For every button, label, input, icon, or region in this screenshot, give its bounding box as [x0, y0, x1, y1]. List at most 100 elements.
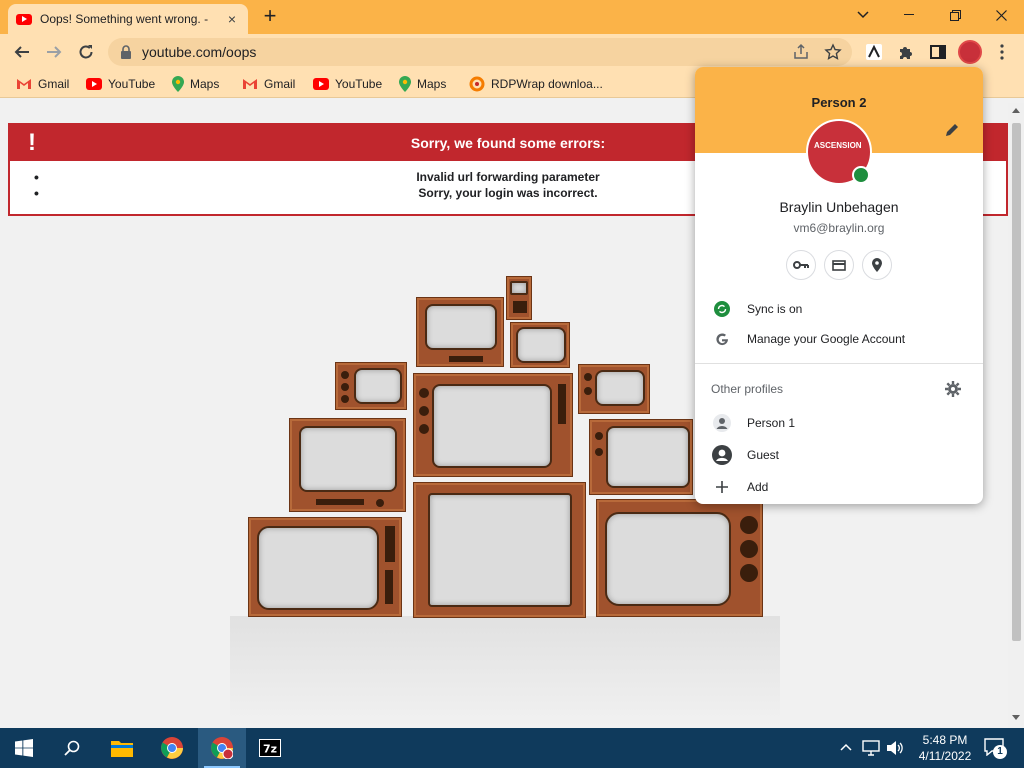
system-clock[interactable]: 5:48 PM 4/11/2022: [912, 732, 978, 764]
search-button[interactable]: [48, 728, 96, 768]
browser-tab[interactable]: Oops! Something went wrong. - ×: [8, 4, 248, 34]
clock-time: 5:48 PM: [922, 733, 968, 747]
addresses-button[interactable]: [862, 250, 892, 280]
side-panel-button[interactable]: [924, 38, 952, 66]
scroll-down-icon[interactable]: [1012, 715, 1020, 721]
bookmark-maps[interactable]: Maps: [399, 76, 446, 92]
tv-set: [335, 362, 407, 410]
kebab-menu-icon: [1000, 44, 1004, 60]
title-bar: Oops! Something went wrong. - × +: [0, 0, 1024, 34]
tab-close-button[interactable]: ×: [224, 11, 240, 27]
close-icon: [995, 9, 1007, 21]
chevron-up-icon[interactable]: [840, 743, 852, 751]
sync-status-row[interactable]: Sync is on: [695, 294, 983, 324]
tv-set: [596, 499, 763, 617]
other-profiles-heading: Other profiles: [711, 382, 784, 396]
profile-item-label: Person 1: [747, 416, 796, 430]
credit-card-icon: [832, 259, 846, 271]
youtube-icon: [86, 78, 102, 90]
profile-menu: Person 2 ASCENSION Braylin Unbehagen vm6…: [695, 67, 983, 504]
profile-name-heading: Person 2: [811, 95, 867, 110]
passwords-button[interactable]: [786, 250, 816, 280]
error-title: Sorry, we found some errors:: [410, 135, 606, 151]
tv-set: [506, 276, 532, 320]
chrome-icon: [161, 737, 183, 759]
new-tab-button[interactable]: +: [258, 5, 282, 29]
exclamation-icon: !: [28, 129, 36, 156]
profile-button[interactable]: [956, 38, 984, 66]
manage-account-label: Manage your Google Account: [747, 332, 906, 346]
bookmark-label: YouTube: [108, 77, 156, 91]
chevron-down-icon: [857, 11, 869, 19]
arrow-right-icon: [47, 46, 62, 58]
sync-icon: [714, 301, 730, 317]
youtube-icon: [313, 78, 329, 90]
bookmark-gmail[interactable]: Gmail: [16, 76, 69, 92]
bookmark-gmail[interactable]: Gmail: [242, 76, 295, 92]
manage-account-row[interactable]: Manage your Google Account: [695, 324, 983, 354]
add-profile-row[interactable]: Add: [695, 472, 983, 502]
profile-item-person-1[interactable]: Person 1: [695, 408, 983, 438]
bookmark-youtube[interactable]: YouTube: [86, 76, 155, 92]
chrome-menu-button[interactable]: [988, 38, 1016, 66]
scroll-up-icon[interactable]: [1012, 107, 1020, 113]
maps-icon: [399, 76, 411, 92]
bookmark-label: Maps: [417, 77, 447, 91]
chrome-taskbar-button[interactable]: [148, 728, 196, 768]
tv-set: [578, 364, 650, 414]
notification-center-button[interactable]: 1: [982, 736, 1007, 760]
extensions-menu-button[interactable]: [892, 38, 920, 66]
arrow-left-icon: [14, 46, 29, 58]
bookmark-youtube[interactable]: YouTube: [313, 76, 382, 92]
gear-icon[interactable]: [945, 381, 961, 397]
profile-full-name: Braylin Unbehagen: [779, 199, 899, 215]
bookmark-label: YouTube: [335, 77, 383, 91]
avatar-logo-text: ASCENSION: [814, 141, 862, 150]
extension-button[interactable]: [860, 38, 888, 66]
reload-button[interactable]: [72, 38, 100, 66]
payment-methods-button[interactable]: [824, 250, 854, 280]
share-icon[interactable]: [792, 43, 810, 61]
profile-item-label: Add: [747, 480, 769, 494]
restore-icon: [949, 9, 961, 21]
bookmark-label: RDPWrap downloa...: [491, 77, 603, 91]
youtube-icon: [16, 13, 32, 25]
tab-search-button[interactable]: [840, 0, 886, 30]
windows-taskbar: 7z 5:48 PM 4/11/2022 1: [0, 728, 1024, 768]
guest-icon: [712, 445, 732, 465]
start-button[interactable]: [0, 728, 48, 768]
profile-email: vm6@braylin.org: [793, 221, 885, 235]
volume-icon[interactable]: [886, 740, 904, 756]
profile-item-guest[interactable]: Guest: [695, 440, 983, 470]
maps-icon: [172, 76, 184, 92]
bookmark-star-icon[interactable]: [824, 43, 842, 61]
bookmark-rdpwrap[interactable]: RDPWrap downloa...: [469, 76, 603, 92]
pencil-icon[interactable]: [945, 123, 959, 137]
google-g-icon: [716, 333, 729, 346]
key-icon: [793, 261, 809, 269]
7zip-taskbar-button[interactable]: 7z: [246, 728, 294, 768]
reload-icon: [79, 45, 93, 59]
location-pin-icon: [872, 258, 882, 272]
tv-set: [589, 419, 693, 495]
restore-button[interactable]: [932, 0, 978, 30]
person-icon: [713, 414, 731, 432]
page-scrollbar[interactable]: [1008, 103, 1024, 728]
svg-text:7z: 7z: [263, 743, 277, 756]
back-button[interactable]: [8, 38, 36, 66]
bookmark-maps[interactable]: Maps: [172, 76, 219, 92]
gmail-icon: [243, 79, 257, 89]
forward-button[interactable]: [40, 38, 68, 66]
chrome-profile-taskbar-button[interactable]: [198, 728, 246, 768]
address-bar[interactable]: youtube.com/oops: [108, 38, 852, 66]
file-explorer-button[interactable]: [98, 728, 146, 768]
extension-a-icon: [866, 44, 882, 60]
side-panel-icon: [930, 45, 946, 59]
plus-icon: [716, 481, 728, 493]
close-window-button[interactable]: [978, 0, 1024, 30]
url-text[interactable]: youtube.com/oops: [142, 44, 256, 60]
network-icon[interactable]: [862, 740, 880, 756]
lock-icon[interactable]: [120, 45, 132, 59]
minimize-button[interactable]: [886, 0, 932, 30]
scrollbar-thumb[interactable]: [1012, 123, 1021, 641]
